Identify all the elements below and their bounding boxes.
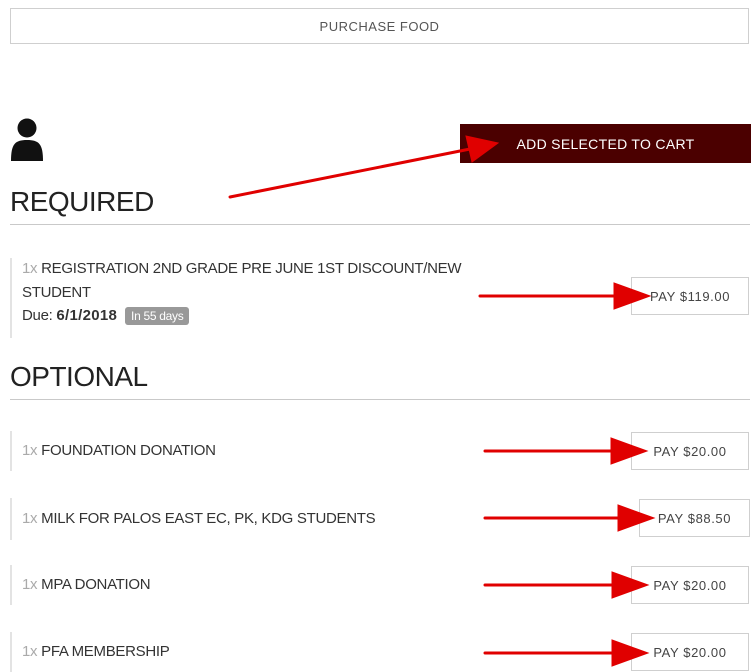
user-icon [11, 118, 43, 161]
item-quantity: 1x [22, 260, 38, 277]
purchase-food-button[interactable]: PURCHASE FOOD [10, 8, 749, 44]
item-quantity: 1x [22, 510, 38, 527]
due-badge: In 55 days [125, 307, 190, 326]
item-name: MILK FOR PALOS EAST EC, PK, KDG STUDENTS [41, 510, 376, 527]
optional-section-title: OPTIONAL [10, 361, 750, 400]
item-name: MPA DONATION [41, 576, 151, 593]
due-line: Due: 6/1/2018 In 55 days [22, 307, 610, 326]
item-name: PFA MEMBERSHIP [41, 643, 170, 660]
list-item-milk: 1x MILK FOR PALOS EAST EC, PK, KDG STUDE… [10, 498, 610, 540]
list-item-mpa-donation: 1x MPA DONATION [10, 565, 610, 605]
pay-button-milk[interactable]: PAY $88.50 [639, 499, 750, 537]
item-name-line1: REGISTRATION 2ND GRADE PRE JUNE 1ST DISC… [41, 260, 462, 277]
pay-button-mpa-donation[interactable]: PAY $20.00 [631, 566, 749, 604]
item-name: FOUNDATION DONATION [41, 442, 216, 459]
add-selected-to-cart-button[interactable]: ADD SELECTED TO CART [460, 124, 751, 163]
item-name-line2: STUDENT [22, 284, 91, 301]
list-item-registration: 1x REGISTRATION 2ND GRADE PRE JUNE 1ST D… [10, 258, 610, 338]
due-label: Due: [22, 307, 53, 324]
list-item-foundation-donation: 1x FOUNDATION DONATION [10, 431, 610, 471]
pay-button-pfa-membership[interactable]: PAY $20.00 [631, 633, 749, 671]
item-quantity: 1x [22, 576, 38, 593]
required-section-title: REQUIRED [10, 186, 750, 225]
pay-button-foundation-donation[interactable]: PAY $20.00 [631, 432, 749, 470]
list-item-pfa-membership: 1x PFA MEMBERSHIP [10, 632, 610, 672]
item-quantity: 1x [22, 442, 38, 459]
item-quantity: 1x [22, 643, 38, 660]
pay-button-registration[interactable]: PAY $119.00 [631, 277, 749, 315]
due-date: 6/1/2018 [56, 307, 118, 324]
